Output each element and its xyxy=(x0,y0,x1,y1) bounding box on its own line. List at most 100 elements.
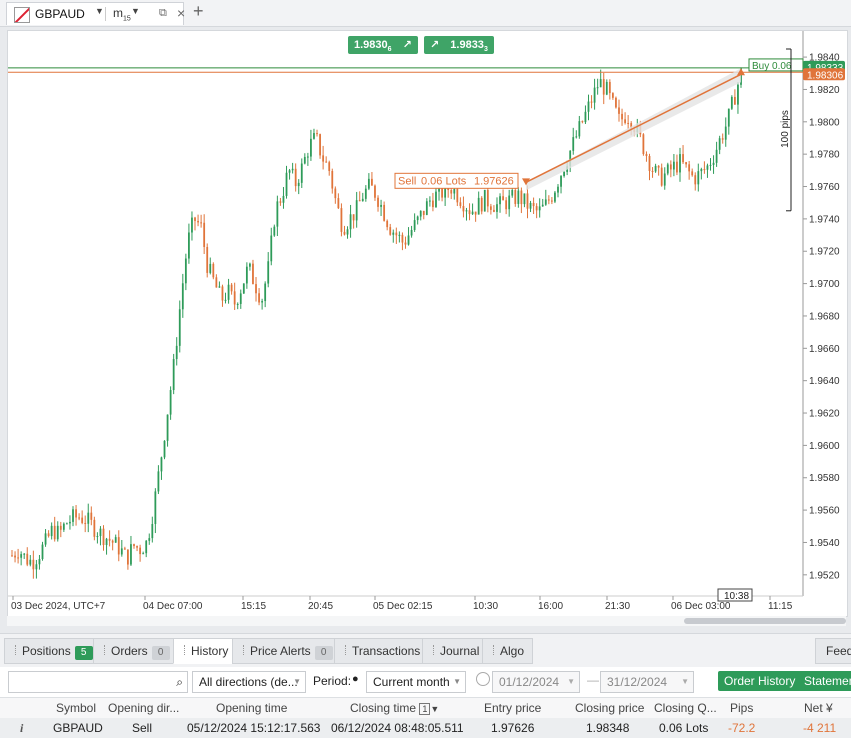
chart-scrollbar[interactable] xyxy=(7,616,846,626)
col-pips[interactable]: Pips xyxy=(730,701,753,715)
y-tick-label: 1.9640 xyxy=(809,376,840,387)
tab-journal[interactable]: Journal xyxy=(422,638,489,664)
trade-shadow xyxy=(526,68,741,191)
col-symbol[interactable]: Symbol xyxy=(56,701,96,715)
down-candle xyxy=(535,206,538,211)
down-candle xyxy=(505,200,508,210)
y-tick-label: 1.9620 xyxy=(809,409,840,420)
search-icon[interactable]: ⌕ xyxy=(176,672,183,692)
up-candle xyxy=(435,191,437,208)
col-closing-quantity[interactable]: Closing Q... xyxy=(654,701,717,715)
y-tick-label: 1.9720 xyxy=(809,247,840,258)
down-candle xyxy=(133,544,135,547)
down-candle xyxy=(194,217,196,221)
sort-index-badge: 1 xyxy=(419,703,431,715)
up-candle xyxy=(114,537,117,543)
up-candle xyxy=(511,190,514,196)
sell-quote-button[interactable]: 1.98306 ↗ xyxy=(348,36,418,54)
down-candle xyxy=(221,286,224,301)
up-candle xyxy=(267,261,270,284)
custom-range-radio[interactable] xyxy=(476,672,490,686)
x-tick-label: 21:30 xyxy=(605,601,630,612)
down-candle xyxy=(703,169,706,171)
down-candle xyxy=(111,540,114,543)
down-candle xyxy=(532,202,535,207)
up-candle xyxy=(56,525,59,540)
down-candle xyxy=(480,197,483,212)
col-entry-price[interactable]: Entry price xyxy=(484,701,541,715)
down-candle xyxy=(502,196,504,201)
up-candle xyxy=(313,133,315,139)
up-candle xyxy=(169,390,172,415)
chart-area[interactable]: 1.9840 1.9820 1.9800 1.9780 1.9760 1.9740 1.97… xyxy=(7,30,848,617)
up-candle xyxy=(44,533,47,545)
popout-icon[interactable]: ⧉ xyxy=(159,7,167,20)
history-table-header: Symbol Opening dir... Opening time Closi… xyxy=(0,697,851,719)
up-candle xyxy=(120,548,123,555)
period-select[interactable]: Current month ▼ xyxy=(366,671,466,693)
order-history-button[interactable]: Order History xyxy=(718,671,802,691)
up-candle xyxy=(541,204,544,207)
down-candle xyxy=(383,204,386,221)
col-closing-time[interactable]: Closing time 1 ▼ xyxy=(350,701,439,715)
up-candle xyxy=(264,283,267,302)
period-radio-selected[interactable]: ● xyxy=(352,673,359,685)
symbol-label[interactable]: GBPAUD xyxy=(35,7,85,21)
statement-button[interactable]: Statemen xyxy=(798,671,851,691)
scrollbar-thumb[interactable] xyxy=(684,618,846,624)
info-icon[interactable]: i xyxy=(20,721,23,736)
price-chart[interactable]: 1.98401.98201.98001.97801.97601.97401.97… xyxy=(8,31,847,616)
timeframe-dropdown-icon[interactable]: ▼ xyxy=(131,6,140,16)
down-candle xyxy=(648,156,651,171)
feedback-label: Feedb xyxy=(826,644,851,658)
down-candle xyxy=(386,220,389,228)
cell-net: -4 211 xyxy=(803,721,837,735)
search-input[interactable]: ⌕ xyxy=(8,671,188,693)
down-candle xyxy=(489,206,492,210)
symbol-dropdown-icon[interactable]: ▼ xyxy=(95,6,104,16)
tab-price-alerts[interactable]: Price Alerts 0 xyxy=(232,638,342,664)
up-candle xyxy=(544,199,547,205)
y-tick-label: 1.9660 xyxy=(809,344,840,355)
add-tab-icon[interactable]: + xyxy=(193,1,204,22)
direction-select[interactable]: All directions (de... ▼ xyxy=(192,671,306,693)
down-candle xyxy=(432,200,434,208)
y-tick-label: 1.9600 xyxy=(809,441,840,452)
down-candle xyxy=(47,533,50,537)
down-candle xyxy=(26,553,29,565)
up-candle xyxy=(407,235,410,245)
tab-transactions[interactable]: Transactions xyxy=(334,638,430,664)
col-closing-price[interactable]: Closing price xyxy=(575,701,644,715)
date-from-input[interactable]: 01/12/2024 ▼ xyxy=(492,671,580,693)
col-opening-time[interactable]: Opening time xyxy=(216,701,287,715)
up-candle xyxy=(715,149,718,163)
down-candle xyxy=(514,190,517,204)
up-candle xyxy=(587,101,590,112)
date-range-dash: — xyxy=(587,673,599,687)
close-icon[interactable]: × xyxy=(177,5,185,21)
down-candle xyxy=(75,509,77,518)
up-candle xyxy=(288,170,291,173)
chart-tab[interactable]: GBPAUD ▼ m15 ▼ ⧉ × xyxy=(6,2,185,25)
chevron-down-icon: ▼ xyxy=(453,677,461,686)
tab-orders[interactable]: Orders 0 xyxy=(93,638,179,664)
date-to-input[interactable]: 31/12/2024 ▼ xyxy=(600,671,694,693)
down-candle xyxy=(691,171,694,176)
buy-quote-button[interactable]: ↗ 1.98333 xyxy=(424,36,494,54)
up-candle xyxy=(599,79,602,88)
feedback-button[interactable]: Feedb xyxy=(815,638,851,664)
up-candle xyxy=(191,217,193,233)
tab-history[interactable]: History xyxy=(173,638,238,664)
table-row[interactable]: i GBPAUD Sell 05/12/2024 15:12:17.563 06… xyxy=(0,718,851,738)
up-candle xyxy=(560,176,562,187)
up-candle xyxy=(35,564,38,570)
col-net[interactable]: Net ¥ xyxy=(804,701,833,715)
up-candle xyxy=(270,235,273,262)
tab-positions[interactable]: Positions 5 xyxy=(4,638,102,664)
col-opening-direction[interactable]: Opening dir... xyxy=(108,701,179,715)
tab-algo[interactable]: Algo xyxy=(482,638,534,664)
down-candle xyxy=(322,155,325,162)
down-candle xyxy=(343,231,346,235)
up-candle xyxy=(572,137,575,151)
timeframe-label[interactable]: m15 xyxy=(113,6,131,22)
